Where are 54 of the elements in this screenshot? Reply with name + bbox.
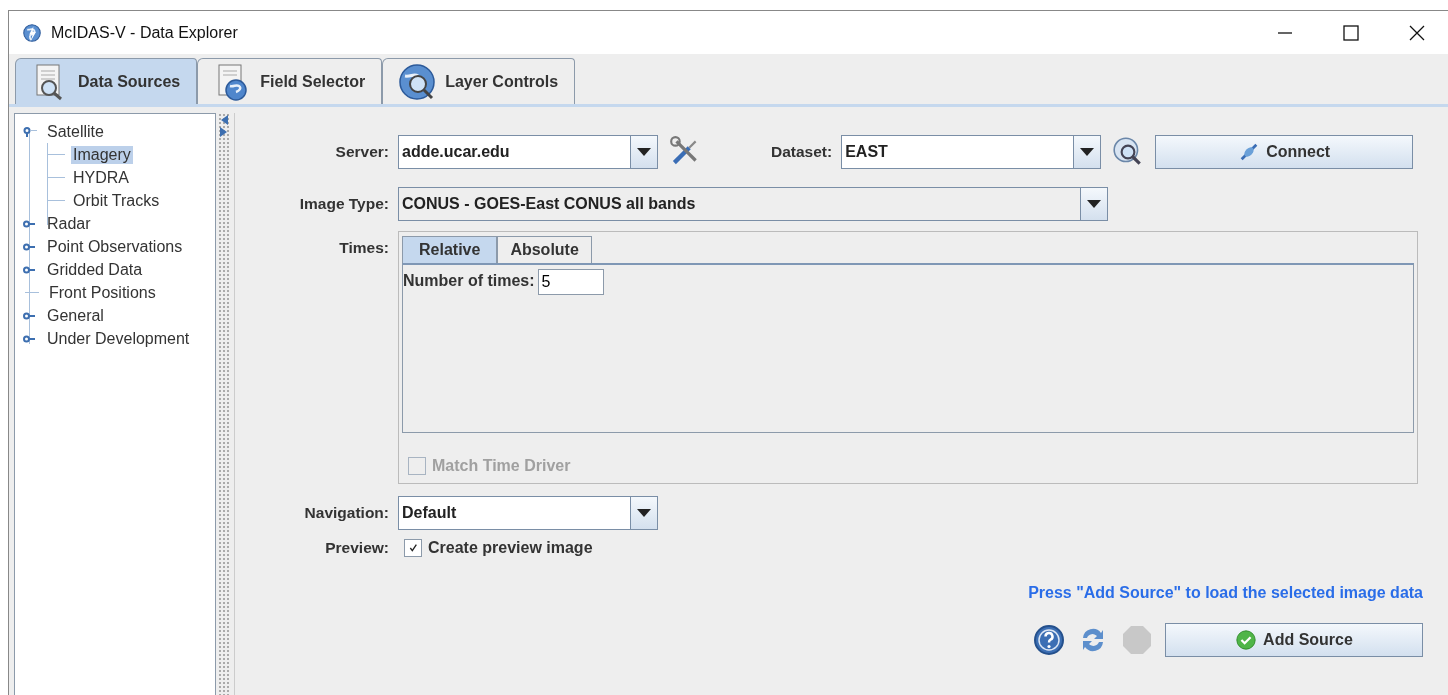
tree-item[interactable]: Under Development [45,329,192,348]
tree-item[interactable]: Gridded Data [45,260,145,279]
field-label: Image Type: [298,195,389,213]
tab[interactable]: Layer Controls [382,58,576,104]
check-circle-icon [1235,629,1258,651]
combo-box[interactable]: adde.ucar.edu [398,135,658,169]
hint-text: Press "Add Source" to load the selected image data [1028,584,1423,602]
image-type-value: CONUS - GOES-East CONUS all bands [401,194,697,214]
left-arrow-icon[interactable] [220,115,228,125]
navigation-value: Default [401,503,458,523]
tree-item[interactable]: HYDRA [71,168,131,187]
add-source-button[interactable]: Add Source [1165,623,1423,657]
globe-magnifier-icon [397,61,438,102]
combo-box[interactable]: CONUS - GOES-East CONUS all bands [398,187,1108,221]
window-title: McIDAS-V - Data Explorer [51,23,239,42]
combo-box[interactable]: EAST [841,135,1102,169]
app-icon [21,21,43,44]
connect-button[interactable]: Connect [1155,135,1414,169]
tree-item[interactable]: Point Observations [45,237,185,256]
field-label: Times: [338,239,389,257]
tab[interactable]: Field Selector [197,58,383,104]
field-label: Navigation: [303,504,389,522]
tree-item[interactable]: General [45,306,106,325]
dropdown-button[interactable] [630,136,657,168]
dropdown-button[interactable] [630,497,657,529]
tree-item[interactable]: Front Positions [47,283,158,302]
tab[interactable]: Relative [402,236,498,263]
tree-item[interactable]: Satellite [45,122,106,141]
dropdown-button[interactable] [1080,188,1107,220]
checkbox[interactable] [404,539,422,557]
caret-icon [1080,148,1095,156]
field-label: Dataset: [771,143,833,161]
tree-item[interactable]: Radar [45,214,93,233]
field-label: Preview: [324,539,389,557]
tree-item[interactable]: Imagery [71,145,133,164]
tab[interactable]: Data Sources [15,58,198,104]
stop-icon [1121,624,1153,656]
server-value: adde.ucar.edu [401,142,511,162]
help-icon[interactable] [1033,624,1065,656]
tree-item[interactable]: Orbit Tracks [71,191,162,210]
dataset-value: EAST [844,142,889,162]
right-arrow-icon[interactable] [220,127,228,137]
number-field[interactable]: 5 [537,269,604,295]
checkbox-label: Match Time Driver [432,457,571,475]
combo-box[interactable]: Default [398,496,658,530]
caret-icon [637,509,651,517]
expanded-handle-icon[interactable] [23,126,39,137]
caret-icon [637,148,651,156]
caret-icon [1087,200,1101,208]
dropdown-button[interactable] [1073,136,1101,168]
field-label: Server: [334,143,389,161]
field-label: Number of times: [403,271,535,291]
tab[interactable]: Absolute [497,236,592,263]
checkbox-label: Create preview image [428,539,593,557]
